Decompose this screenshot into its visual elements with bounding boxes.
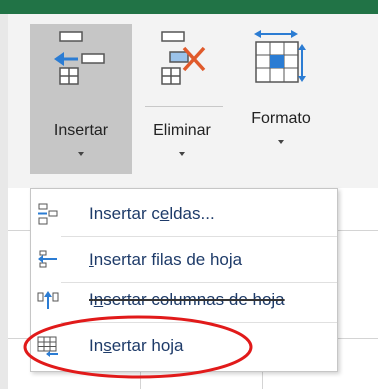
- menu-divider: [61, 322, 337, 323]
- menu-item-label: Insertar hoja: [89, 336, 184, 355]
- insert-cells-icon: [54, 31, 105, 85]
- insert-button[interactable]: Insertar: [30, 24, 132, 174]
- insert-dropdown-menu: Insertar celdas... Insertar filas de hoj…: [30, 188, 338, 372]
- insert-columns-icon: [37, 291, 59, 309]
- menu-item-label: Insertar columnas de hoja: [89, 290, 285, 309]
- menu-item-insert-rows[interactable]: Insertar filas de hoja: [31, 241, 337, 279]
- format-button[interactable]: Formato: [236, 24, 326, 174]
- title-bar: [0, 0, 378, 14]
- insert-label: Insertar: [53, 122, 109, 139]
- menu-item-insert-cells[interactable]: Insertar celdas...: [31, 195, 337, 233]
- menu-item-insert-columns[interactable]: Insertar columnas de hoja: [31, 281, 337, 319]
- left-edge: [0, 14, 8, 389]
- menu-item-insert-sheet[interactable]: Insertar hoja: [31, 327, 337, 365]
- format-cells-icon: [254, 30, 306, 83]
- chevron-down-icon: [278, 140, 284, 144]
- insert-rows-icon: [38, 250, 57, 268]
- menu-item-label: Insertar celdas...: [89, 204, 215, 223]
- insert-sheet-icon: [37, 336, 58, 357]
- chevron-down-icon: [179, 152, 185, 156]
- ribbon-separator: [145, 106, 223, 107]
- delete-cells-icon: [161, 31, 206, 85]
- menu-divider: [61, 236, 337, 237]
- insert-cells-icon: [38, 203, 58, 225]
- delete-button[interactable]: Eliminar: [142, 24, 222, 174]
- menu-item-label: Insertar filas de hoja: [89, 250, 243, 269]
- delete-label: Eliminar: [153, 122, 211, 139]
- format-label: Formato: [251, 110, 311, 127]
- chevron-down-icon: [78, 152, 84, 156]
